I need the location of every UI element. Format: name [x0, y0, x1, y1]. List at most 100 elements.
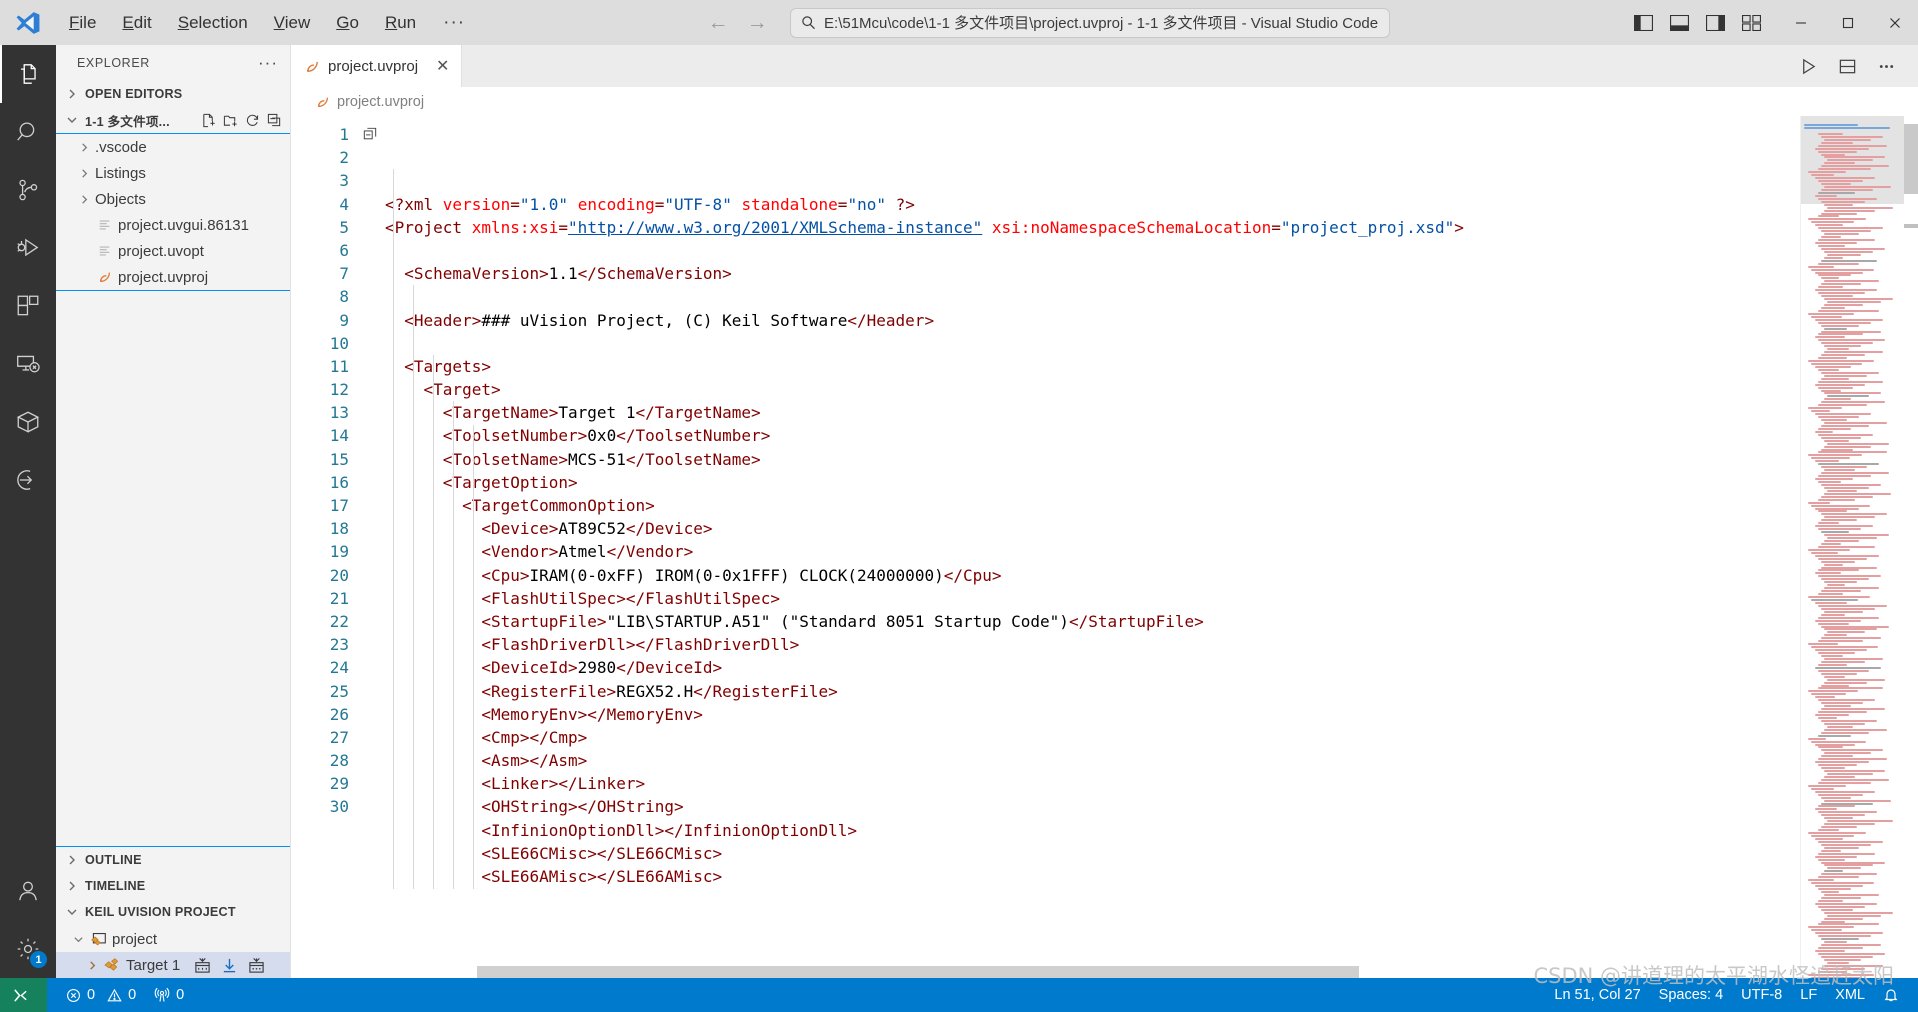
code-content[interactable]: <?xml version="1.0" encoding="UTF-8" sta… [385, 116, 1800, 978]
fold-slot[interactable] [363, 799, 385, 822]
run-icon[interactable] [1799, 57, 1818, 76]
activity-item-settings[interactable]: 1 [0, 920, 56, 978]
go-back-icon[interactable]: ← [708, 12, 729, 33]
fold-slot[interactable] [363, 684, 385, 707]
notifications-bell-icon[interactable] [1874, 978, 1908, 1012]
fold-slot[interactable] [363, 568, 385, 591]
activity-item-remote-explorer[interactable] [0, 335, 56, 393]
sidebar-more-actions-button[interactable]: ··· [258, 53, 278, 73]
section-outline[interactable]: OUTLINE [56, 847, 290, 873]
fold-slot[interactable] [363, 359, 385, 382]
split-editor-icon[interactable] [1838, 57, 1857, 76]
section-keil-uvision-project[interactable]: KEIL UVISION PROJECT [56, 899, 290, 925]
cursor-position[interactable]: Ln 51, Col 27 [1545, 978, 1649, 1012]
remote-host-indicator[interactable] [0, 978, 47, 1012]
fold-slot[interactable] [363, 289, 385, 312]
scrollbar-thumb[interactable] [1904, 124, 1918, 194]
menu-run[interactable]: Run [372, 9, 429, 37]
fold-slot[interactable] [363, 127, 385, 150]
tree-item-objects[interactable]: Objects [56, 186, 290, 212]
keil-tree[interactable]: project Target 1 [56, 925, 290, 978]
code-line[interactable]: <TargetName>Target 1</TargetName> [385, 401, 1800, 424]
eol-status[interactable]: LF [1791, 978, 1826, 1012]
close-icon[interactable]: ✕ [436, 56, 449, 76]
rebuild-icon[interactable] [248, 957, 265, 974]
code-line[interactable] [385, 239, 1800, 262]
code-line[interactable] [385, 285, 1800, 308]
indentation-status[interactable]: Spaces: 4 [1650, 978, 1733, 1012]
download-icon[interactable] [221, 957, 238, 974]
code-line[interactable]: <StartupFile>"LIB\STARTUP.A51" ("Standar… [385, 610, 1800, 633]
more-actions-icon[interactable] [1877, 57, 1896, 76]
tree-item-project-uvgui[interactable]: project.uvgui.86131 [56, 212, 290, 238]
customize-layout-icon[interactable] [1742, 14, 1761, 31]
fold-slot[interactable] [363, 753, 385, 776]
fold-slot[interactable] [363, 591, 385, 614]
menu-view[interactable]: View [261, 9, 324, 37]
language-mode-status[interactable]: XML [1826, 978, 1874, 1012]
editor-actions[interactable] [1777, 45, 1918, 87]
code-area[interactable]: 1 2 3 4 5 6 7 8 9 10 11 12 13 14 15 16 17 18 19 20 21 22 23 24 2… [291, 116, 1918, 978]
code-line[interactable]: <?xml version="1.0" encoding="UTF-8" sta… [385, 193, 1800, 216]
chevron-right-icon[interactable] [76, 168, 93, 179]
folding-gutter[interactable] [363, 116, 385, 978]
tab-project-uvproj[interactable]: project.uvproj ✕ [291, 45, 463, 87]
activity-item-extensions[interactable] [0, 277, 56, 335]
chevron-down-icon[interactable] [70, 934, 87, 945]
keil-target-actions[interactable] [194, 957, 265, 974]
ports-status[interactable]: 0 [145, 978, 193, 1012]
layout-controls[interactable] [1618, 14, 1777, 31]
fold-slot[interactable] [363, 730, 385, 753]
fold-slot[interactable] [363, 428, 385, 451]
toggle-primary-sidebar-icon[interactable] [1634, 14, 1653, 31]
code-line[interactable]: <MemoryEnv></MemoryEnv> [385, 703, 1800, 726]
fold-slot[interactable] [363, 173, 385, 196]
fold-slot[interactable] [363, 475, 385, 498]
tree-item-project-uvproj[interactable]: project.uvproj [56, 264, 290, 290]
menu-overflow-button[interactable]: ··· [429, 10, 479, 36]
fold-slot[interactable] [363, 452, 385, 475]
tree-item-project-uvopt[interactable]: project.uvopt [56, 238, 290, 264]
code-line[interactable] [385, 332, 1800, 355]
fold-slot[interactable] [363, 521, 385, 544]
fold-slot[interactable] [363, 498, 385, 521]
menu-bar[interactable]: File Edit Selection View Go Run ··· [56, 9, 479, 37]
code-line[interactable]: <SLE66AMisc></SLE66AMisc> [385, 865, 1800, 888]
problems-status[interactable]: 0 0 [57, 978, 145, 1012]
fold-slot[interactable] [363, 220, 385, 243]
folder-actions[interactable] [201, 113, 290, 128]
tree-item-vscode[interactable]: .vscode [56, 134, 290, 160]
menu-edit[interactable]: Edit [109, 9, 164, 37]
activity-item-search[interactable] [0, 103, 56, 161]
fold-slot[interactable] [363, 150, 385, 173]
fold-slot[interactable] [363, 243, 385, 266]
tree-item-listings[interactable]: Listings [56, 160, 290, 186]
code-line[interactable]: <Cmp></Cmp> [385, 726, 1800, 749]
window-controls[interactable] [1777, 0, 1918, 45]
code-line[interactable]: <Target> [385, 378, 1800, 401]
section-open-editors[interactable]: OPEN EDITORS [56, 81, 290, 107]
keil-project-row[interactable]: project [56, 926, 290, 952]
section-workspace-folder[interactable]: 1-1 多文件项... [56, 107, 290, 133]
scrollbar-thumb[interactable] [476, 966, 1360, 978]
activity-item-explorer[interactable] [0, 45, 56, 103]
code-line[interactable]: <ToolsetName>MCS-51</ToolsetName> [385, 448, 1800, 471]
activity-item-source-control[interactable] [0, 161, 56, 219]
activity-item-run-debug[interactable] [0, 219, 56, 277]
maximize-button[interactable] [1824, 0, 1871, 45]
fold-slot[interactable] [363, 707, 385, 730]
chevron-right-icon[interactable] [76, 142, 93, 153]
activity-item-import[interactable] [0, 451, 56, 509]
code-line[interactable]: <SLE66CMisc></SLE66CMisc> [385, 842, 1800, 865]
new-file-icon[interactable] [201, 113, 216, 128]
code-line[interactable]: <FlashUtilSpec></FlashUtilSpec> [385, 587, 1800, 610]
encoding-status[interactable]: UTF-8 [1732, 978, 1791, 1012]
fold-slot[interactable] [363, 637, 385, 660]
code-line[interactable]: <SchemaVersion>1.1</SchemaVersion> [385, 262, 1800, 285]
fold-slot[interactable] [363, 614, 385, 637]
menu-go[interactable]: Go [323, 9, 372, 37]
code-line[interactable]: <OHString></OHString> [385, 795, 1800, 818]
toggle-panel-icon[interactable] [1670, 14, 1689, 31]
activity-item-accounts[interactable] [0, 862, 56, 920]
breadcrumb[interactable]: project.uvproj [291, 87, 1918, 116]
